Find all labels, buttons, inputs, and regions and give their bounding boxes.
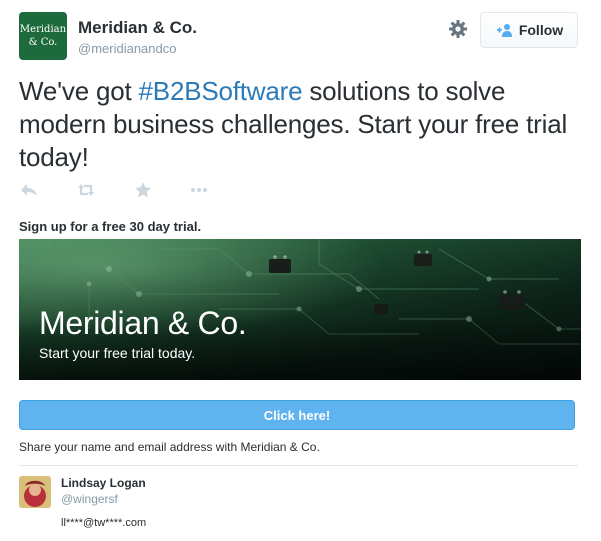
card-title: Sign up for a free 30 day trial. — [19, 219, 202, 234]
user-handle: @wingersf — [61, 492, 118, 506]
tweet-header: Meridian & Co. Meridian & Co. @meridiana… — [19, 12, 582, 62]
more-icon[interactable] — [189, 180, 209, 200]
divider — [19, 465, 578, 466]
share-note: Share your name and email address with M… — [19, 440, 320, 454]
tweet-text-start: We've got — [19, 76, 139, 106]
card-banner-image[interactable]: Meridian & Co. Start your free trial tod… — [19, 239, 581, 380]
user-avatar[interactable] — [19, 476, 51, 508]
user-photo — [19, 476, 51, 508]
tweet-text: We've got #B2BSoftware solutions to solv… — [19, 75, 584, 174]
user-name: Lindsay Logan — [61, 476, 146, 490]
account-avatar[interactable]: Meridian & Co. — [19, 12, 67, 60]
user-email: ll****@tw****.com — [61, 517, 147, 529]
banner-title: Meridian & Co. — [39, 305, 247, 341]
click-here-button[interactable]: Click here! — [19, 400, 575, 430]
favorite-icon[interactable] — [133, 180, 153, 200]
gear-icon[interactable] — [448, 19, 468, 39]
banner-subtitle: Start your free trial today. — [39, 345, 196, 361]
person-plus-icon — [496, 24, 512, 37]
logo-line2: & Co. — [28, 37, 58, 48]
hashtag-link[interactable]: #B2BSoftware — [139, 76, 303, 106]
follow-button[interactable]: Follow — [480, 12, 578, 48]
logo-line1: Meridian — [19, 24, 67, 35]
reply-icon[interactable] — [19, 180, 39, 200]
account-name[interactable]: Meridian & Co. — [78, 18, 197, 38]
retweet-icon[interactable] — [76, 180, 96, 200]
account-handle[interactable]: @meridianandco — [78, 41, 176, 56]
follow-button-label: Follow — [518, 22, 564, 38]
